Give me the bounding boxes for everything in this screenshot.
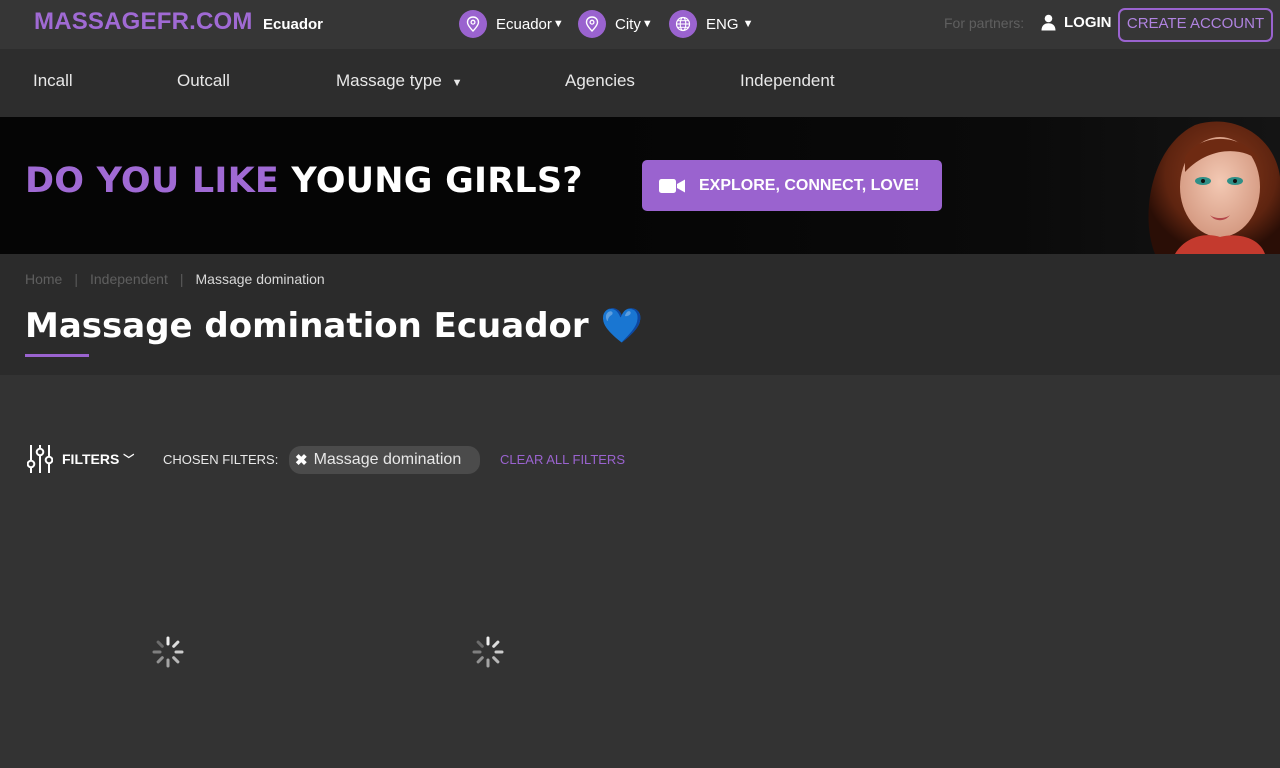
video-camera-icon [659,178,685,193]
country-select-label: Ecuador [496,15,552,33]
spinner-icon [152,636,184,668]
map-pin-icon [578,10,606,38]
nav-item-independent[interactable]: Independent [740,71,835,91]
page-title-text: Massage domination Ecuador [25,306,589,346]
caret-down-icon: ▼ [739,18,754,30]
promo-banner[interactable]: DO YOU LIKE YOUNG GIRLS? EXPLORE, CONNEC… [0,117,1280,254]
breadcrumb-current: Massage domination [195,271,325,287]
spinner-icon [472,636,504,668]
blue-heart-icon: 💙 [600,306,643,346]
breadcrumb-home[interactable]: Home [25,271,62,287]
banner-model-image [1148,121,1280,254]
nav-item-outcall[interactable]: Outcall [177,71,230,91]
language-select[interactable]: ENG ▼ [669,10,753,38]
explore-button-label: EXPLORE, CONNECT, LOVE! [699,176,920,194]
banner-headline-part1: DO YOU LIKE [25,161,280,201]
chosen-filters-label: CHOSEN FILTERS: [163,452,279,467]
sliders-icon [27,445,53,473]
site-logo[interactable]: MASSAGEFR.COM [34,8,253,36]
nav-item-agencies[interactable]: Agencies [565,71,635,91]
logo-country: Ecuador [263,16,324,33]
nav-item-incall[interactable]: Incall [33,71,73,91]
partners-label: For partners: [944,15,1025,31]
close-icon[interactable]: ✖ [295,451,308,469]
breadcrumb-separator: | [179,271,184,287]
caret-down-icon: ▼ [641,18,653,30]
filters-toggle-label: FILTERS [62,451,120,467]
caret-down-icon: ▼ [552,18,564,30]
filter-chip[interactable]: ✖ Massage domination [289,446,480,474]
banner-headline: DO YOU LIKE YOUNG GIRLS? [25,161,583,201]
login-button[interactable]: LOGIN [1041,10,1112,34]
create-account-button[interactable]: CREATE ACCOUNT [1118,8,1273,42]
banner-headline-part2: YOUNG GIRLS? [291,161,583,201]
city-select-label: City [615,15,641,33]
filter-chip-label: Massage domination [313,451,462,468]
login-label: LOGIN [1064,13,1112,31]
clear-all-filters-link[interactable]: CLEAR ALL FILTERS [500,452,625,467]
explore-button[interactable]: EXPLORE, CONNECT, LOVE! [642,160,942,211]
nav-item-massage-type-label: Massage type [336,71,442,90]
filters-bar: FILTERS ﹀ CHOSEN FILTERS: ✖ Massage domi… [0,440,1280,480]
breadcrumb-separator: | [74,271,78,287]
main-nav: Incall Outcall Massage type ▼ Agencies I… [0,49,1280,117]
user-icon [1041,14,1056,30]
breadcrumb-independent[interactable]: Independent [90,271,168,287]
map-pin-icon [459,10,487,38]
breadcrumb: Home | Independent | Massage domination [25,271,325,287]
title-underline [25,354,89,357]
caret-down-icon: ▼ [451,77,463,89]
page-title: Massage domination Ecuador 💙 [25,306,643,346]
language-select-label: ENG [706,15,739,33]
page-header: Home | Independent | Massage domination … [0,254,1280,375]
filters-toggle-button[interactable]: FILTERS ﹀ [27,444,134,474]
globe-icon [669,10,697,38]
chevron-down-icon: ﹀ [123,454,135,466]
country-select[interactable]: Ecuador ▼ [459,10,564,38]
city-select[interactable]: City ▼ [578,10,653,38]
nav-item-massage-type[interactable]: Massage type ▼ [336,71,462,91]
top-bar: MASSAGEFR.COM Ecuador Ecuador ▼ City ▼ ENG… [0,0,1280,49]
